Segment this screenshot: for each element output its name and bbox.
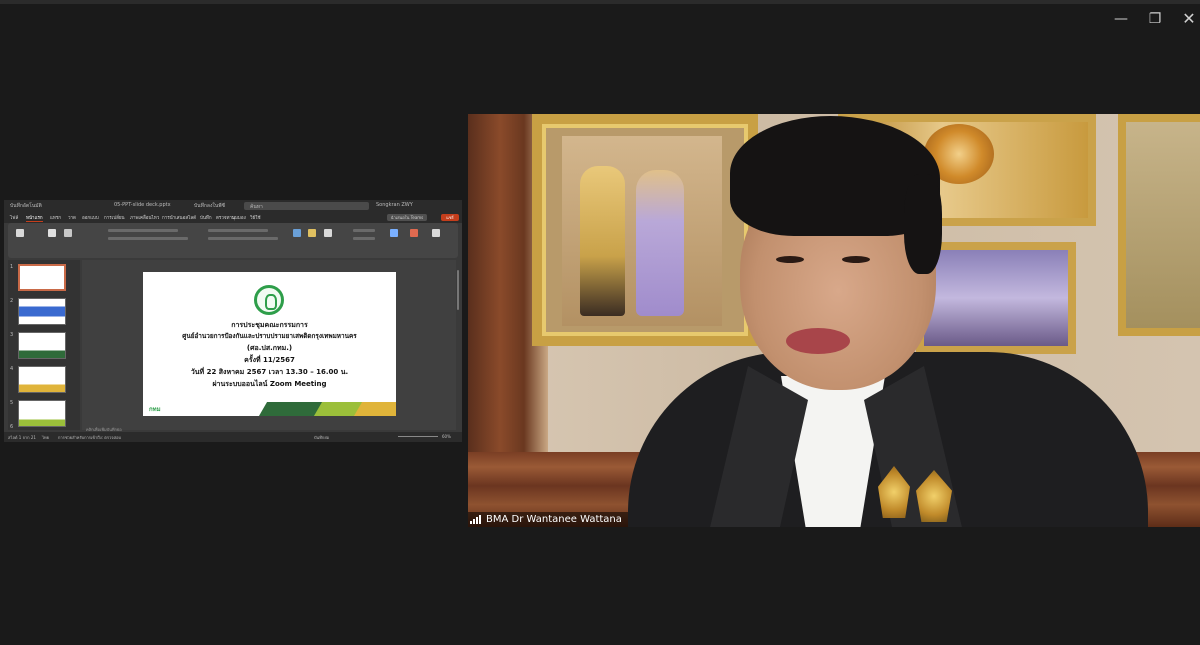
layout-icon[interactable] <box>64 229 72 237</box>
dictate-icon[interactable] <box>390 229 398 237</box>
paste-icon[interactable] <box>16 229 24 237</box>
replace-row[interactable] <box>353 237 375 240</box>
tab-animations[interactable]: ภาพเคลื่อนไหว <box>130 214 159 221</box>
user-name[interactable]: Songkran ZWY <box>376 202 413 208</box>
save-location: บันทึกลงในพีซี <box>194 203 225 209</box>
current-slide[interactable]: การประชุมคณะกรรมการ ศูนย์อำนวยการป้องกัน… <box>143 272 396 416</box>
zoom-slider[interactable] <box>398 436 438 437</box>
designer-icon[interactable] <box>432 229 440 237</box>
tab-insert[interactable]: แทรก <box>50 214 61 221</box>
portrait-figure <box>636 170 684 316</box>
file-name: 05-PPT-slide deck.pptx <box>114 202 171 208</box>
speaker-hair <box>904 174 942 274</box>
portrait-frame <box>532 114 758 346</box>
slide-thumb-1[interactable] <box>18 264 66 291</box>
paragraph-row[interactable] <box>208 229 268 232</box>
new-slide-icon[interactable] <box>48 229 56 237</box>
slide-venue: ผ่านระบบออนไลน์ Zoom Meeting <box>212 380 327 388</box>
find-row[interactable] <box>353 229 375 232</box>
participant-name-tag: BMA Dr Wantanee Wattana <box>468 512 628 527</box>
share-button[interactable]: แชร์ <box>441 214 459 221</box>
minimize-icon[interactable]: — <box>1106 8 1136 30</box>
slide-thumb-3[interactable] <box>18 332 66 359</box>
shared-screen[interactable]: บันทึกอัตโนมัติ 05-PPT-slide deck.pptx บ… <box>4 200 462 442</box>
ppt-menu-tabs: ไฟล์ หน้าแรก แทรก วาด ออกแบบ การเปลี่ยน … <box>4 212 462 223</box>
slide-number: 2 <box>10 298 14 304</box>
tab-design[interactable]: ออกแบบ <box>82 214 99 221</box>
window-top-edge <box>0 0 1200 4</box>
footer-band-gold <box>353 402 396 416</box>
restore-icon[interactable]: ❐ <box>1140 8 1170 30</box>
participant-name: BMA Dr Wantanee Wattana <box>486 514 622 525</box>
slide-org-abbr: (ศอ.ปส.กทม.) <box>246 344 293 352</box>
status-language[interactable]: ไทย <box>42 434 49 441</box>
speaker-mouth <box>786 328 850 354</box>
status-accessibility[interactable]: การช่วยสำหรับการเข้าถึง: ตรวจสอบ <box>58 434 121 441</box>
slide-thumb-5[interactable] <box>18 400 66 427</box>
slide-number: 6 <box>10 424 14 430</box>
ppt-search-box[interactable]: ค้นหา <box>244 202 369 210</box>
slide-date-time: วันที่ 22 สิงหาคม 2567 เวลา 13.30 – 16.0… <box>190 368 349 376</box>
slide-thumb-4[interactable] <box>18 366 66 393</box>
quick-styles-icon[interactable] <box>324 229 332 237</box>
slide-thumbnails: 1 2 3 4 5 6 <box>8 260 80 430</box>
tab-help[interactable]: วิธีใช้ <box>250 214 261 221</box>
speaker-eye <box>776 256 804 263</box>
arrange-icon[interactable] <box>308 229 316 237</box>
tab-home[interactable]: หน้าแรก <box>26 214 43 222</box>
ppt-title-bar: บันทึกอัตโนมัติ 05-PPT-slide deck.pptx บ… <box>4 200 462 212</box>
photo-frame <box>916 242 1076 354</box>
royal-portrait <box>562 136 722 326</box>
signal-strength-icon <box>470 515 482 524</box>
speaker-eye <box>842 256 870 263</box>
slide-number: 5 <box>10 400 14 406</box>
present-teams-label: นำเสนอใน Teams <box>390 215 424 220</box>
status-notes[interactable]: บันทึกย่อ <box>314 434 329 441</box>
close-icon[interactable]: ✕ <box>1174 8 1200 30</box>
status-zoom[interactable]: 60% <box>442 434 451 439</box>
participant-video[interactable]: BMA Dr Wantanee Wattana <box>468 114 1200 527</box>
ppt-status-bar: สไลด์ 1 จาก 21 ไทย การช่วยสำหรับการเข้าถ… <box>4 432 462 442</box>
tab-file[interactable]: ไฟล์ <box>10 214 18 221</box>
slide-number: 3 <box>10 332 14 338</box>
shapes-icon[interactable] <box>293 229 301 237</box>
slide-number: 4 <box>10 366 14 372</box>
tab-slideshow[interactable]: การนำเสนอสไลด์ <box>162 214 196 221</box>
slide-scrollbar[interactable] <box>456 260 460 430</box>
tab-draw[interactable]: วาด <box>68 214 76 221</box>
slide-number: 1 <box>10 264 14 270</box>
slide-thumb-2[interactable] <box>18 298 66 325</box>
autosave-label[interactable]: บันทึกอัตโนมัติ <box>10 202 42 210</box>
slide-org-name: ศูนย์อำนวยการป้องกันและปราบปรามยาเสพติดก… <box>182 332 357 340</box>
ppt-ribbon <box>8 223 458 258</box>
add-ins-icon[interactable] <box>410 229 418 237</box>
portrait-figure <box>580 166 625 316</box>
side-frame <box>1118 114 1200 336</box>
tab-record[interactable]: บันทึก <box>200 214 212 221</box>
font-format-row[interactable] <box>108 237 188 240</box>
share-label: แชร์ <box>446 215 454 220</box>
search-input[interactable]: ค้นหา <box>250 203 263 211</box>
tab-transitions[interactable]: การเปลี่ยน <box>104 214 125 221</box>
status-slide-count: สไลด์ 1 จาก 21 <box>8 435 36 440</box>
zoom-meeting-window: — ❐ ✕ บันทึกอัตโนมัติ 05-PPT-slide deck.… <box>0 0 1200 645</box>
slide-session: ครั้งที่ 11/2567 <box>244 356 295 364</box>
bma-seal-icon <box>254 285 284 315</box>
alignment-row[interactable] <box>208 237 278 240</box>
footer-logo: กทม <box>149 406 161 413</box>
slide-editor[interactable]: การประชุมคณะกรรมการ ศูนย์อำนวยการป้องกัน… <box>82 260 456 430</box>
slide-title: การประชุมคณะกรรมการ <box>231 321 308 329</box>
tab-view[interactable]: มุมมอง <box>232 214 246 221</box>
font-selector[interactable] <box>108 229 178 232</box>
slide-footer: กทม <box>143 402 396 416</box>
present-teams-button[interactable]: นำเสนอใน Teams <box>387 214 427 221</box>
